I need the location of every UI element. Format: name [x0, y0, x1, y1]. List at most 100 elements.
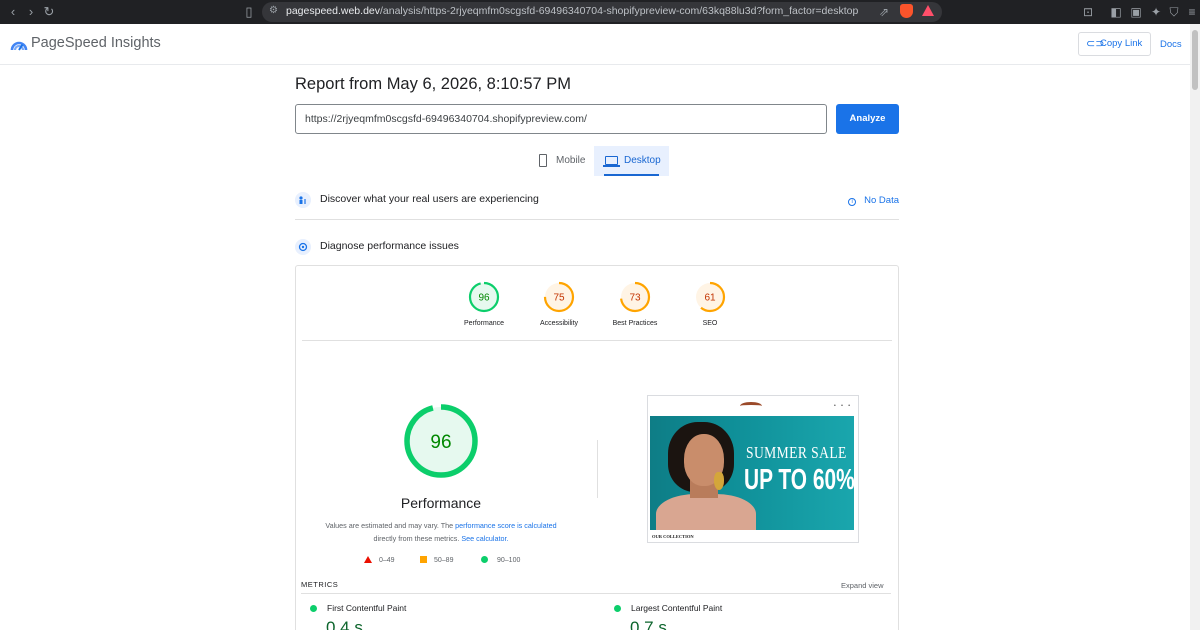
- section-divider: [295, 219, 899, 220]
- gauge-score: 61: [704, 293, 716, 304]
- back-icon[interactable]: ‹: [4, 3, 22, 21]
- report-title: Report from May 6, 2026, 8:10:57 PM: [295, 75, 572, 93]
- model-image-earring: [714, 472, 724, 490]
- gauge-label: SEO: [702, 320, 718, 327]
- gauge-score: 73: [629, 293, 641, 304]
- metrics-divider: [301, 593, 891, 594]
- desktop-icon-base: [603, 165, 620, 167]
- metric-lcp: Largest Contentful Paint: [614, 603, 722, 613]
- gauge-score: 75: [553, 293, 565, 304]
- see-calculator-link[interactable]: See calculator.: [461, 534, 508, 543]
- brave-shields-icon[interactable]: [900, 4, 913, 18]
- thumbnail-footer-text: OUR COLLECTION: [652, 534, 694, 539]
- info-icon: i: [848, 198, 857, 206]
- performance-note: Values are estimated and may vary. The p…: [310, 519, 572, 545]
- legend-average: 50–89: [420, 556, 453, 564]
- forward-icon[interactable]: ›: [22, 3, 40, 21]
- banner-line-1: SUMMER SALE: [746, 443, 847, 462]
- no-data-label: No Data: [864, 195, 899, 206]
- field-data-title: Discover what your real users are experi…: [320, 193, 539, 205]
- expand-view-button[interactable]: Expand view: [841, 581, 884, 590]
- legend-fail-label: 0–49: [379, 557, 395, 564]
- metrics-heading: METRICS: [301, 580, 339, 589]
- field-data-section: Discover what your real users are experi…: [295, 191, 899, 209]
- app-header: PageSpeed Insights ⊂⊃ Copy Link Docs: [0, 24, 1190, 65]
- legend-pass: 90–100: [481, 556, 520, 564]
- tab-search-icon[interactable]: ⊡: [1080, 4, 1096, 20]
- brave-rewards-icon[interactable]: [922, 5, 934, 16]
- wallet-icon[interactable]: ▣: [1128, 4, 1144, 20]
- link-icon: ⊂⊃: [1086, 38, 1105, 50]
- sidebar-icon[interactable]: ◧: [1108, 4, 1124, 20]
- metric-lcp-value: 0.7 s: [630, 618, 667, 630]
- copy-link-label: Copy Link: [1100, 38, 1143, 49]
- performance-title: Performance: [400, 495, 482, 511]
- site-header-icons: • • •: [834, 403, 853, 409]
- copy-link-button[interactable]: ⊂⊃ Copy Link: [1078, 32, 1151, 56]
- metric-lcp-label: Largest Contentful Paint: [631, 603, 723, 613]
- address-bar[interactable]: ⚙ pagespeed.web.dev/analysis/https-2rjye…: [262, 2, 942, 22]
- site-logo-icon: [740, 402, 762, 410]
- pagespeed-logo-icon: [10, 41, 28, 51]
- gauge-ring: 73: [619, 281, 651, 313]
- browser-toolbar: ‹ › ↻ ▯ ⚙ pagespeed.web.dev/analysis/htt…: [0, 0, 1200, 24]
- metric-fcp: First Contentful Paint: [310, 603, 406, 613]
- gauge-label: Best Practices: [612, 320, 658, 327]
- note-text-2: directly from these metrics.: [373, 534, 462, 543]
- no-data-link[interactable]: i No Data: [848, 195, 899, 206]
- legend-pass-label: 90–100: [497, 557, 521, 564]
- vertical-divider: [597, 440, 598, 498]
- model-image-body: [656, 494, 756, 530]
- legend-average-label: 50–89: [434, 557, 454, 564]
- thumbnail-banner: SUMMER SALE UP TO 60%: [650, 416, 854, 530]
- tab-desktop-label: Desktop: [624, 155, 661, 166]
- gauge-ring: 96: [468, 281, 500, 313]
- gauge-label: Performance: [463, 320, 505, 327]
- address-url: pagespeed.web.dev/analysis/https-2rjyeqm…: [286, 5, 859, 17]
- card-divider: [302, 340, 892, 341]
- menu-icon[interactable]: ≡: [1184, 4, 1200, 20]
- pass-circle-icon: [614, 605, 621, 612]
- vpn-icon[interactable]: ⛉: [1166, 4, 1182, 20]
- gauge-best-practices[interactable]: 73 Best Practices: [605, 281, 665, 327]
- users-icon: [295, 192, 311, 208]
- score-calculated-link[interactable]: performance score is calculated: [455, 521, 556, 530]
- tab-mobile[interactable]: Mobile: [530, 146, 590, 176]
- lab-icon: [295, 239, 311, 255]
- leo-icon[interactable]: ✦: [1148, 4, 1164, 20]
- legend-fail: 0–49: [364, 556, 395, 564]
- final-screenshot-thumbnail[interactable]: • • • SUMMER SALE UP TO 60% OUR COLLECTI…: [647, 395, 859, 543]
- app-title[interactable]: PageSpeed Insights: [31, 35, 161, 51]
- tab-mobile-label: Mobile: [556, 155, 586, 166]
- share-icon[interactable]: ⇗: [876, 4, 892, 20]
- scrollbar-thumb[interactable]: [1192, 30, 1198, 90]
- performance-big-gauge[interactable]: 96: [402, 402, 480, 480]
- metric-fcp-label: First Contentful Paint: [327, 603, 407, 613]
- url-input[interactable]: [295, 104, 827, 134]
- gauge-label: Accessibility: [539, 320, 579, 327]
- mobile-icon: [539, 154, 547, 167]
- fail-triangle-icon: [364, 556, 372, 563]
- docs-link[interactable]: Docs: [1160, 39, 1182, 50]
- analyze-button[interactable]: Analyze: [836, 104, 899, 134]
- bookmark-icon[interactable]: ▯: [240, 3, 258, 21]
- site-info-icon[interactable]: ⚙: [269, 5, 278, 16]
- lab-data-section: Diagnose performance issues: [295, 238, 899, 256]
- thumbnail-site-header: • • •: [648, 396, 858, 416]
- gauge-ring: 75: [543, 281, 575, 313]
- desktop-icon: [605, 156, 618, 165]
- gauge-performance[interactable]: 96 Performance: [454, 281, 514, 327]
- gauge-seo[interactable]: 61 SEO: [680, 281, 740, 327]
- gauge-score: 96: [478, 293, 490, 304]
- metric-fcp-value: 0.4 s: [326, 618, 363, 630]
- pass-circle-icon: [310, 605, 317, 612]
- banner-line-2: UP TO 60%: [744, 464, 854, 496]
- average-square-icon: [420, 556, 427, 563]
- page-scrollbar[interactable]: [1190, 24, 1200, 630]
- lab-data-title: Diagnose performance issues: [320, 240, 459, 252]
- gauge-ring: 61: [694, 281, 726, 313]
- tab-desktop[interactable]: Desktop: [594, 146, 669, 176]
- reload-icon[interactable]: ↻: [40, 3, 58, 21]
- gauge-accessibility[interactable]: 75 Accessibility: [529, 281, 589, 327]
- big-score-value: 96: [430, 432, 451, 453]
